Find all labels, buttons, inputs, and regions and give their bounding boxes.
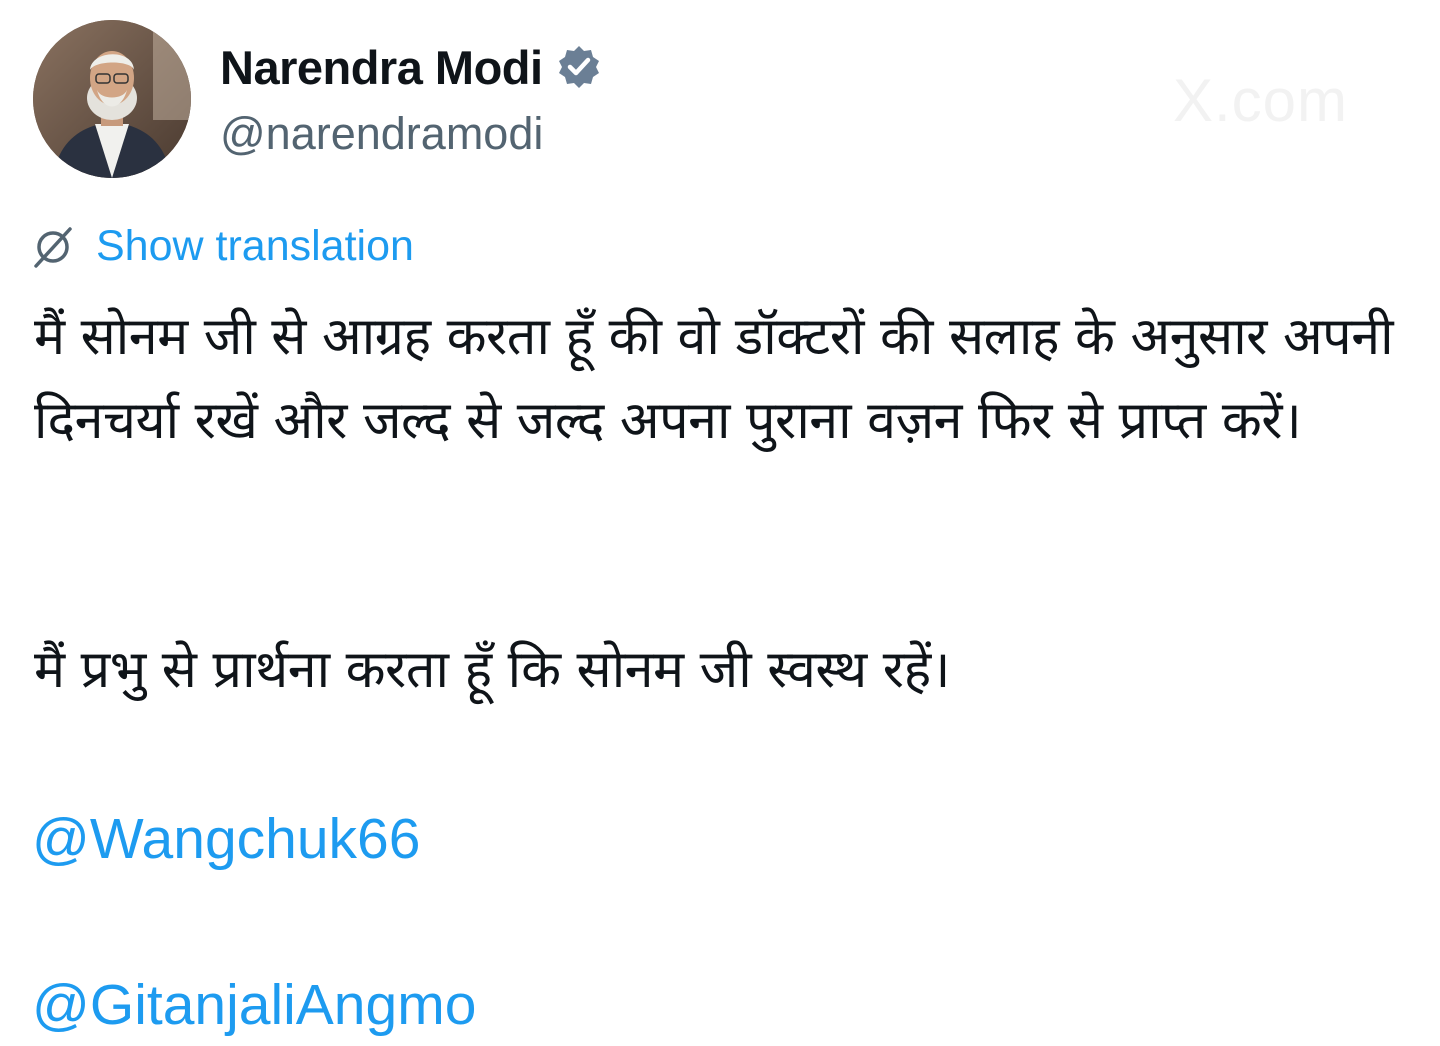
globe-translate-icon [30, 224, 76, 270]
tweet-paragraph-1: मैं सोनम जी से आग्रह करता हूँ की वो डॉक्… [34, 307, 1394, 451]
avatar-image [33, 20, 191, 178]
tweet-header: Narendra Modi @narendramodi X.com [30, 18, 1410, 183]
show-translation-link[interactable]: Show translation [30, 222, 414, 271]
show-translation-label: Show translation [96, 222, 414, 270]
tweet-text: मैं सोनम जी से आग्रह करता हूँ की वो डॉक्… [34, 295, 1424, 463]
mention-link-gitanjali[interactable]: @GitanjaliAngmo [32, 972, 476, 1038]
author-avatar[interactable] [33, 20, 191, 178]
verified-badge-icon [555, 43, 603, 91]
author-handle[interactable]: @narendramodi [220, 108, 603, 160]
tweet-paragraph-2: मैं प्रभु से प्रार्थना करता हूँ कि सोनम … [34, 640, 950, 700]
author-names: Narendra Modi @narendramodi [220, 38, 603, 160]
mention-link-wangchuk[interactable]: @Wangchuk66 [32, 806, 420, 872]
watermark: X.com [1172, 67, 1348, 134]
name-row: Narendra Modi [220, 38, 603, 96]
author-display-name[interactable]: Narendra Modi [220, 40, 543, 95]
tweet-card: Narendra Modi @narendramodi X.com Show t… [0, 0, 1440, 1046]
